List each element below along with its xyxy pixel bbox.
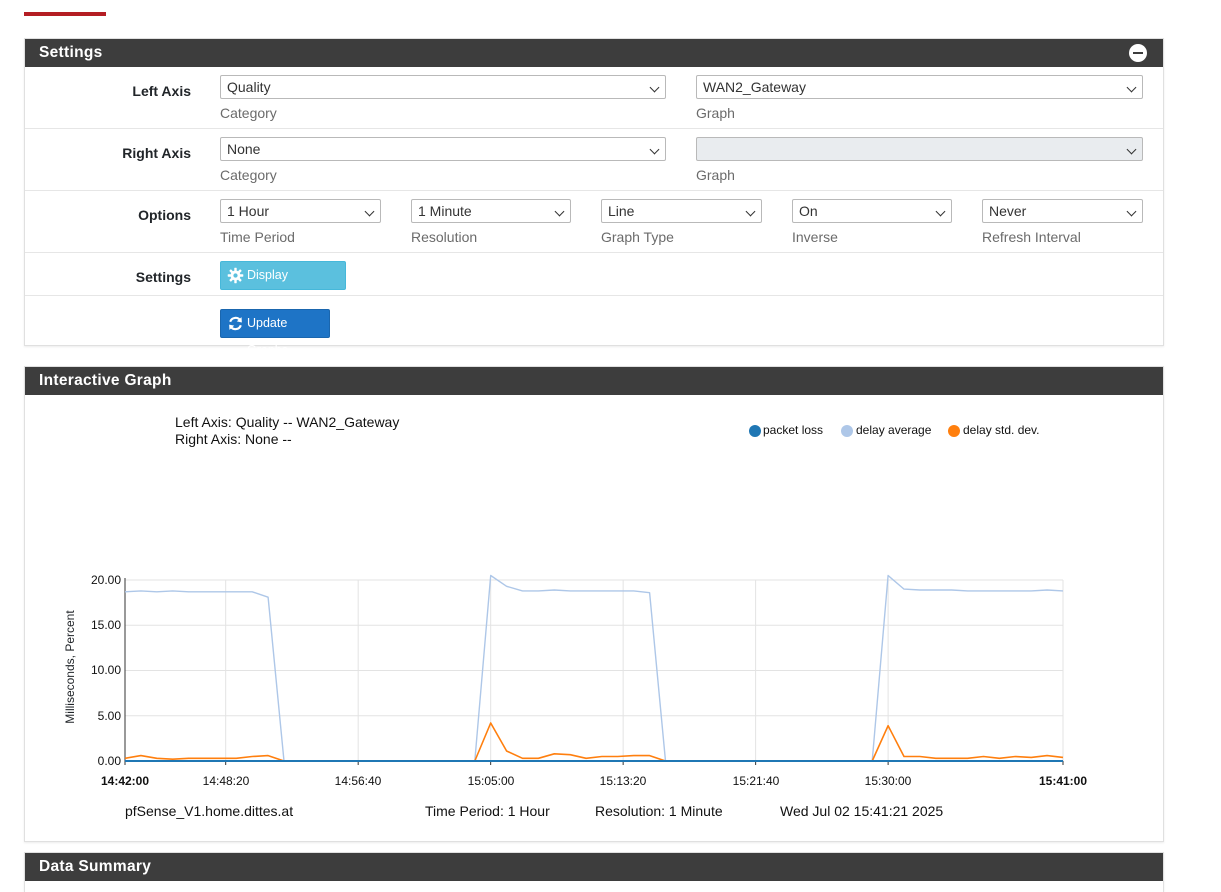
resolution-value: 1 Minute bbox=[418, 203, 472, 219]
footer-host: pfSense_V1.home.dittes.at bbox=[125, 803, 294, 819]
right-axis-category-help: Category bbox=[220, 167, 277, 183]
settings-panel-heading: Settings bbox=[25, 39, 1163, 67]
time-period-help: Time Period bbox=[220, 229, 295, 245]
left-axis-graph-select[interactable]: WAN2_Gateway bbox=[696, 75, 1143, 99]
series-line-delay-average bbox=[124, 574, 1064, 762]
legend-dot bbox=[948, 425, 960, 437]
options-label: Options bbox=[138, 207, 191, 223]
summary-panel: Data Summary bbox=[24, 852, 1164, 892]
right-axis-caption: Right Axis: None -- bbox=[175, 431, 292, 447]
x-tick-label: 14:42:00 bbox=[100, 774, 150, 788]
update-row: Update Graphs bbox=[25, 296, 1163, 357]
refresh-icon bbox=[229, 316, 242, 331]
legend-delay-std-dev[interactable]: delay std. dev. bbox=[948, 423, 1040, 437]
chevron-down-icon bbox=[364, 206, 375, 217]
right-axis-category-select[interactable]: None bbox=[220, 137, 666, 161]
legend-label: delay std. dev. bbox=[963, 423, 1040, 437]
y-tick-label: 20.00 bbox=[90, 573, 121, 587]
left-axis-graph-value: WAN2_Gateway bbox=[703, 79, 806, 95]
update-graphs-button[interactable]: Update Graphs bbox=[220, 309, 330, 357]
gear-icon bbox=[227, 267, 244, 284]
top-accent-bar bbox=[24, 12, 106, 16]
y-tick-label: 10.00 bbox=[90, 663, 121, 677]
update-graphs-label: Update Graphs bbox=[247, 316, 288, 357]
x-tick-label: 14:56:40 bbox=[334, 774, 382, 788]
refresh-interval-value: Never bbox=[989, 203, 1027, 219]
resolution-select[interactable]: 1 Minute bbox=[411, 199, 571, 223]
summary-panel-title: Data Summary bbox=[39, 858, 152, 875]
resolution-help: Resolution bbox=[411, 229, 478, 245]
right-axis-category-value: None bbox=[227, 141, 261, 157]
chevron-down-icon bbox=[1126, 144, 1137, 155]
legend-delay-average[interactable]: delay average bbox=[841, 423, 931, 437]
display-advanced-button[interactable]: Display Advanced bbox=[220, 261, 346, 309]
series-line-delay-std-dev bbox=[124, 722, 1064, 762]
footer-time-period: Time Period: 1 Hour bbox=[425, 803, 550, 819]
legend-label: packet loss bbox=[763, 423, 824, 437]
left-axis-category-value: Quality bbox=[227, 79, 271, 95]
graph-panel-title: Interactive Graph bbox=[39, 372, 172, 389]
footer-timestamp: Wed Jul 02 15:41:21 2025 bbox=[780, 803, 944, 819]
y-axis-label: Milliseconds, Percent bbox=[63, 610, 77, 724]
inverse-help: Inverse bbox=[792, 229, 838, 245]
chevron-down-icon bbox=[1126, 82, 1137, 93]
y-tick-label: 5.00 bbox=[97, 709, 121, 723]
options-row: Options 1 Hour Time Period 1 Minute Reso… bbox=[25, 191, 1163, 253]
right-axis-graph-help: Graph bbox=[696, 167, 735, 183]
graph-type-select[interactable]: Line bbox=[601, 199, 762, 223]
legend-dot bbox=[749, 425, 761, 437]
right-axis-label: Right Axis bbox=[122, 145, 191, 161]
settings-panel: Settings Left Axis Quality Category WAN2… bbox=[24, 38, 1164, 357]
chevron-down-icon bbox=[745, 206, 756, 217]
settings-label: Settings bbox=[135, 269, 191, 285]
graph-type-help: Graph Type bbox=[601, 229, 674, 245]
footer-resolution: Resolution: 1 Minute bbox=[595, 803, 723, 819]
summary-panel-heading: Data Summary bbox=[25, 853, 1163, 881]
refresh-interval-help: Refresh Interval bbox=[982, 229, 1081, 245]
y-tick-label: 0.00 bbox=[97, 754, 121, 768]
graph-type-value: Line bbox=[608, 203, 635, 219]
x-tick-label: 15:05:00 bbox=[467, 774, 515, 788]
graph-panel-heading: Interactive Graph bbox=[25, 367, 1163, 395]
time-period-select[interactable]: 1 Hour bbox=[220, 199, 381, 223]
x-tick-label: 15:41:00 bbox=[1038, 774, 1088, 788]
collapse-icon[interactable] bbox=[1129, 44, 1147, 62]
left-axis-category-select[interactable]: Quality bbox=[220, 75, 666, 99]
y-tick-label: 15.00 bbox=[90, 618, 121, 632]
left-axis-category-help: Category bbox=[220, 105, 277, 121]
x-tick-label: 14:48:20 bbox=[202, 774, 250, 788]
settings-row: Settings Display Advanced bbox=[25, 253, 1163, 309]
legend-dot bbox=[841, 425, 853, 437]
graph-panel: Interactive Graph Left Axis: Quality -- … bbox=[24, 366, 1164, 842]
time-period-value: 1 Hour bbox=[227, 203, 270, 219]
inverse-value: On bbox=[799, 203, 818, 219]
refresh-interval-select[interactable]: Never bbox=[982, 199, 1143, 223]
left-axis-label: Left Axis bbox=[132, 83, 191, 99]
right-axis-graph-select[interactable] bbox=[696, 137, 1143, 161]
x-tick-label: 15:30:00 bbox=[864, 774, 912, 788]
left-axis-caption: Left Axis: Quality -- WAN2_Gateway bbox=[175, 414, 400, 430]
legend-packet-loss[interactable]: packet loss bbox=[749, 423, 823, 437]
chevron-down-icon bbox=[649, 82, 660, 93]
chevron-down-icon bbox=[1126, 206, 1137, 217]
x-tick-label: 15:13:20 bbox=[599, 774, 647, 788]
x-tick-label: 15:21:40 bbox=[732, 774, 780, 788]
inverse-select[interactable]: On bbox=[792, 199, 952, 223]
left-axis-row: Left Axis Quality Category WAN2_Gateway … bbox=[25, 67, 1163, 129]
chevron-down-icon bbox=[935, 206, 946, 217]
chevron-down-icon bbox=[554, 206, 565, 217]
right-axis-row: Right Axis None Category Graph bbox=[25, 129, 1163, 191]
chevron-down-icon bbox=[649, 144, 660, 155]
legend-label: delay average bbox=[856, 423, 932, 437]
settings-panel-title: Settings bbox=[39, 44, 103, 61]
left-axis-graph-help: Graph bbox=[696, 105, 735, 121]
